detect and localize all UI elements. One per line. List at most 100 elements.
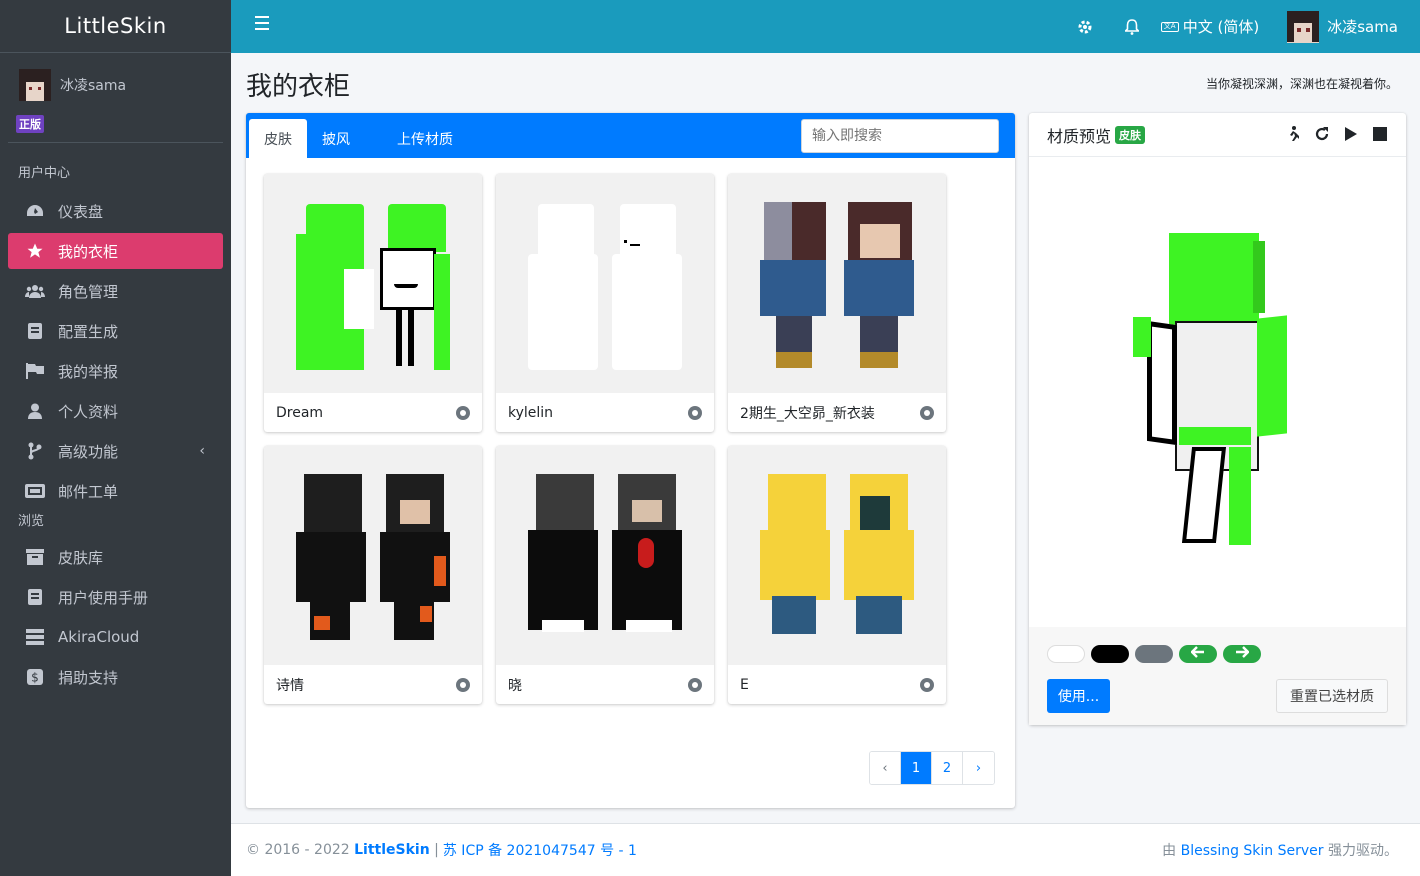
search-input[interactable] — [801, 119, 999, 153]
sidebar-item-config[interactable]: 配置生成 — [8, 313, 223, 349]
sidebar-item-label: 个人资料 — [58, 402, 119, 421]
gear-icon[interactable] — [456, 677, 470, 692]
skin-type-badge: 皮肤 — [1115, 125, 1146, 144]
blessing-skin-link[interactable]: Blessing Skin Server — [1181, 843, 1324, 859]
sidebar-item-dashboard[interactable]: 仪表盘 — [8, 193, 223, 229]
skin-card-dream[interactable]: Dream — [264, 174, 482, 432]
closet-tabs: 皮肤 披风 上传材质 — [246, 116, 1015, 158]
rotate-icon[interactable] — [1314, 126, 1330, 142]
powered-by: 由 Blessing Skin Server 强力驱动。 — [1162, 840, 1398, 860]
gear-icon[interactable] — [920, 677, 934, 692]
skin-preview-image — [264, 174, 482, 393]
use-button[interactable]: 使用... — [1047, 679, 1110, 713]
sidebar-item-closet[interactable]: 我的衣柜 — [8, 233, 223, 269]
skin-preview-image — [264, 446, 482, 665]
icp-link[interactable]: 苏 ICP 备 2021047547 号 - 1 — [443, 840, 637, 860]
tab-upload[interactable]: 上传材质 — [365, 119, 468, 158]
topbar-username: 冰凌sama — [1327, 18, 1398, 36]
powered-prefix: 由 — [1162, 843, 1177, 859]
page-prev-button[interactable]: ‹ — [870, 752, 901, 784]
star-icon — [24, 242, 46, 260]
skin-card-shiqing[interactable]: 诗情 — [264, 446, 482, 704]
page-slogan: 当你凝视深渊，深渊也在凝视着你。 — [1205, 77, 1398, 91]
sidebar-item-label: 我的举报 — [58, 362, 119, 381]
tab-cape[interactable]: 披风 — [307, 119, 365, 158]
sidebar-item-donate[interactable]: $ 捐助支持 — [8, 659, 223, 695]
skin-3d-preview[interactable] — [1029, 157, 1406, 627]
chevron-left-icon[interactable]: ‹ — [199, 443, 205, 459]
skin-name: Dream — [276, 404, 324, 421]
ticket-icon — [24, 482, 46, 500]
sidebar-item-profile[interactable]: 个人资料 — [8, 393, 223, 429]
sidebar-item-akiracloud[interactable]: AkiraCloud — [8, 619, 223, 655]
skin-name: 诗情 — [276, 677, 304, 694]
settings-icon[interactable] — [1077, 19, 1093, 35]
sidebar-item-label: 仪表盘 — [58, 202, 104, 221]
sidebar-item-tickets[interactable]: 邮件工单 — [8, 473, 223, 509]
sidebar-item-label: 配置生成 — [58, 322, 119, 341]
bg-black-button[interactable] — [1091, 645, 1129, 663]
dashboard-icon — [24, 202, 46, 220]
skin-name: 2期生_大空昴_新衣装 — [740, 405, 875, 422]
sidebar-item-players[interactable]: 角色管理 — [8, 273, 223, 309]
page-2-button[interactable]: 2 — [932, 752, 963, 784]
bell-icon[interactable] — [1124, 18, 1139, 35]
walk-icon[interactable] — [1285, 126, 1301, 142]
preview-controls: 使用... 重置已选材质 — [1029, 627, 1406, 725]
gear-icon[interactable] — [688, 405, 702, 420]
sidebar-item-label: 我的衣柜 — [58, 242, 119, 261]
sidebar-item-label: 捐助支持 — [58, 668, 119, 687]
donate-icon: $ — [24, 668, 46, 686]
skin-card-xiao[interactable]: 晓 — [496, 446, 714, 704]
language-selector[interactable]: 文A 中文 (简体) — [1160, 16, 1259, 37]
sidebar-item-advanced[interactable]: 高级功能 ‹ — [8, 433, 223, 469]
play-icon[interactable] — [1343, 126, 1359, 142]
nav-header-user-center: 用户中心 — [18, 166, 71, 181]
powered-suffix: 强力驱动。 — [1328, 843, 1398, 859]
sidebar-item-label: 邮件工单 — [58, 482, 119, 501]
preview-card: 材质预览 皮肤 使用... 重置已选材质 — [1029, 113, 1406, 725]
sidebar-item-label: 皮肤库 — [58, 548, 104, 567]
nav-header-browse: 浏览 — [18, 514, 45, 529]
gear-icon[interactable] — [456, 405, 470, 420]
stop-icon[interactable] — [1372, 126, 1388, 142]
skin-card-kylelin[interactable]: kylelin — [496, 174, 714, 432]
page-next-button[interactable]: › — [963, 752, 994, 784]
skin-name: 晓 — [508, 677, 522, 694]
language-icon: 文A — [1160, 21, 1179, 32]
pagination: ‹ 1 2 › — [869, 751, 995, 785]
site-link[interactable]: LittleSkin — [354, 842, 430, 858]
page-title: 我的衣柜 — [246, 72, 351, 102]
hamburger-menu-icon[interactable] — [255, 16, 269, 30]
bg-white-button[interactable] — [1047, 645, 1085, 663]
skin-name: E — [740, 676, 749, 693]
avatar — [1287, 10, 1320, 43]
brand-logo[interactable]: LittleSkin — [0, 0, 231, 53]
sidebar-item-manual[interactable]: 用户使用手册 — [8, 579, 223, 615]
sidebar-item-label: AkiraCloud — [58, 628, 140, 646]
user-icon — [24, 402, 46, 420]
sidebar: LittleSkin 冰凌sama 正版 用户中心 仪表盘 我的衣柜 角色管理 … — [0, 0, 231, 876]
sidebar-item-label: 高级功能 — [58, 442, 119, 461]
skin-card-e[interactable]: E — [728, 446, 946, 704]
next-bg-button[interactable] — [1223, 645, 1261, 663]
verified-badge: 正版 — [16, 115, 44, 133]
sidebar-item-skinlib[interactable]: 皮肤库 — [8, 539, 223, 575]
arrow-right-icon — [1235, 646, 1250, 662]
bg-gray-button[interactable] — [1135, 645, 1173, 663]
reset-selection-button[interactable]: 重置已选材质 — [1276, 679, 1388, 713]
tab-skin[interactable]: 皮肤 — [249, 119, 307, 158]
sidebar-user-name[interactable]: 冰凌sama — [60, 75, 126, 95]
gear-icon[interactable] — [920, 405, 934, 420]
book-icon — [24, 588, 46, 606]
sidebar-item-reports[interactable]: 我的举报 — [8, 353, 223, 389]
closet-card: 皮肤 披风 上传材质 Dream kylelin — [246, 113, 1015, 808]
gear-icon[interactable] — [688, 677, 702, 692]
prev-bg-button[interactable] — [1179, 645, 1217, 663]
avatar[interactable] — [19, 69, 51, 101]
skin-name: kylelin — [508, 404, 554, 421]
skin-card-subaru[interactable]: 2期生_大空昴_新衣装 — [728, 174, 946, 432]
user-menu[interactable]: 冰凌sama — [1287, 10, 1398, 43]
page-1-button[interactable]: 1 — [901, 752, 932, 784]
skin-preview-image — [728, 174, 946, 393]
